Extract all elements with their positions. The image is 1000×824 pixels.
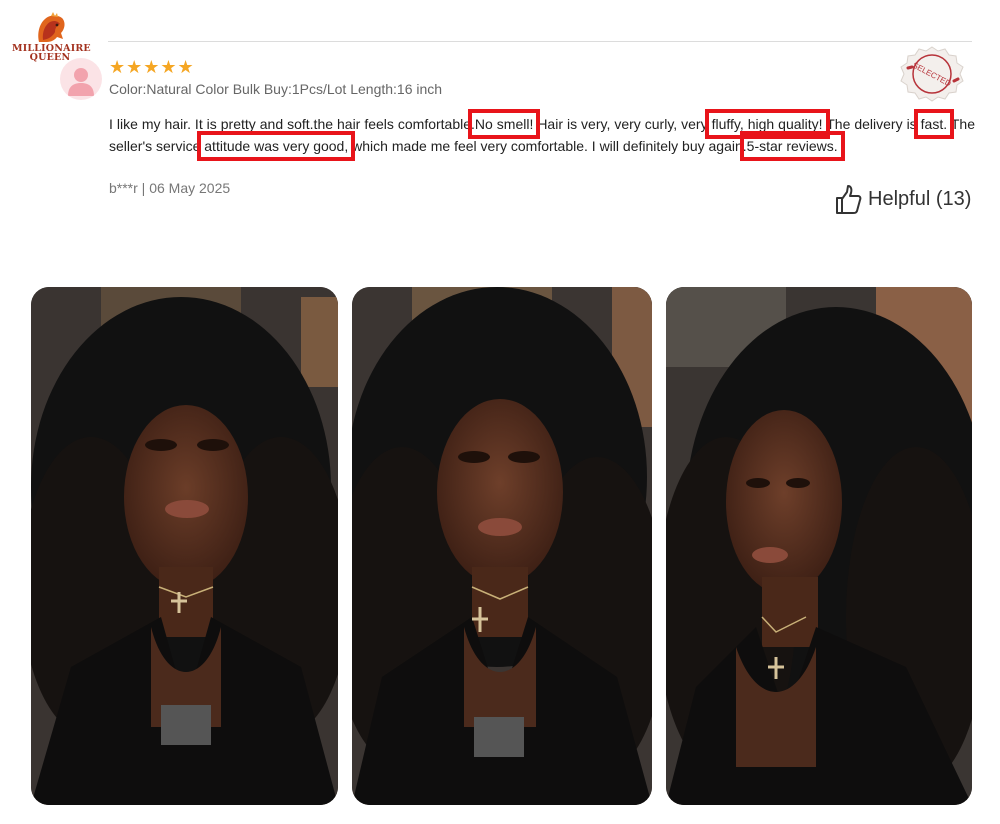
highlight-fast: fast. — [913, 109, 955, 139]
review-photo-2[interactable] — [352, 287, 652, 805]
selected-badge-icon: SELECTED — [900, 46, 964, 102]
review-date: 06 May 2025 — [149, 180, 231, 196]
reviewer-avatar — [60, 58, 102, 100]
review-photo-3[interactable] — [666, 287, 972, 805]
highlight-no-smell: No smell! — [467, 109, 541, 139]
section-divider — [108, 41, 972, 42]
highlight-fluffy-quality: fluffy, high quality! — [704, 109, 830, 139]
helpful-button[interactable]: Helpful (13) — [834, 181, 971, 217]
meta-separator: | — [137, 180, 150, 196]
reviewer-name: b***r — [109, 180, 138, 196]
helpful-label: Helpful (13) — [868, 187, 972, 210]
star-rating: ★★★★★ — [109, 57, 195, 77]
highlight-attitude: attitude was very good, — [197, 130, 356, 161]
review-photo-1[interactable] — [31, 287, 338, 805]
portrait-image — [31, 287, 338, 805]
review-text-segment: which made me feel very comfortable. I w… — [348, 137, 747, 154]
thumbs-up-icon — [836, 185, 862, 214]
highlight-5-star: 5-star reviews. — [739, 130, 845, 161]
review-text-segment: I like my hair. It is pretty and soft.th… — [109, 116, 475, 132]
review-text: I like my hair. It is pretty and soft.th… — [109, 109, 975, 161]
lioness-logo-icon — [38, 12, 65, 42]
review-meta: b***r | 06 May 2025 — [109, 180, 230, 196]
brand-logo: MILLIONAIRE QUEEN — [12, 12, 91, 63]
user-silhouette-icon — [68, 68, 94, 96]
portrait-image — [666, 287, 972, 805]
product-variant: Color:Natural Color Bulk Buy:1Pcs/Lot Le… — [109, 81, 443, 97]
review-text-segment: The delivery is — [822, 116, 921, 132]
review-text-segment: Hair is very, very curly, very — [533, 116, 712, 132]
portrait-image — [352, 287, 652, 805]
